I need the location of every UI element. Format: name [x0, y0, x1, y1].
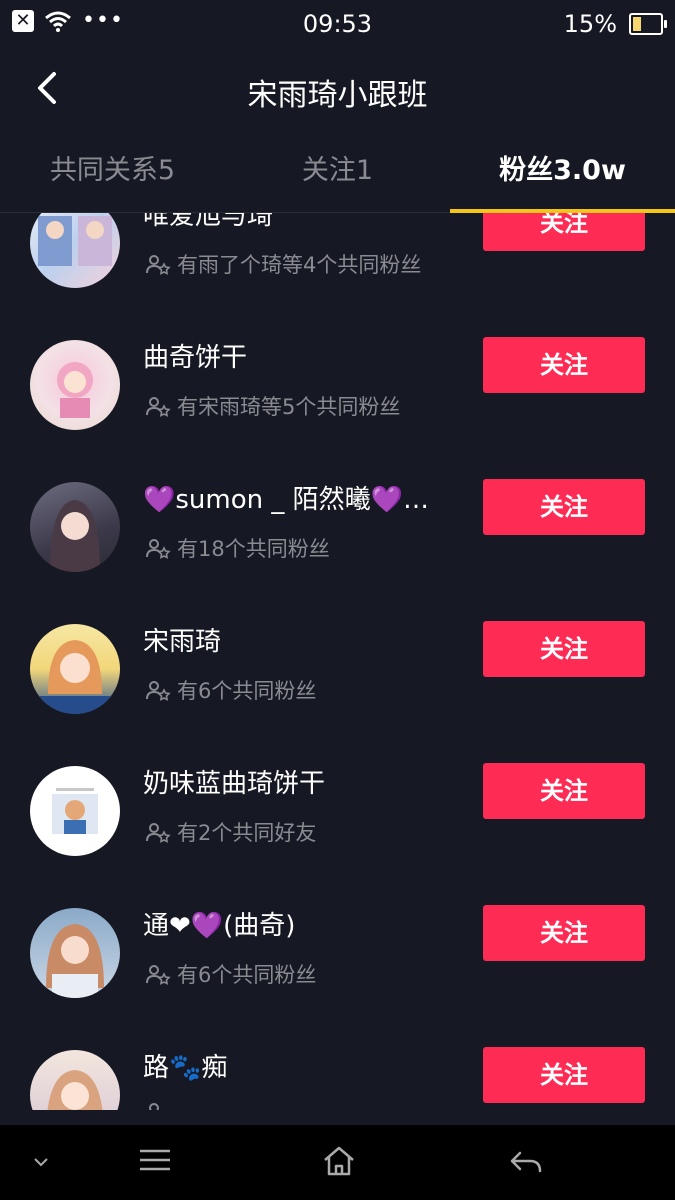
mutual-friends-icon	[146, 965, 171, 985]
list-item[interactable]: 通❤💜(曲奇) 有6个共同粉丝 关注	[0, 883, 675, 1025]
mutual-text: 有6个共同粉丝	[177, 679, 317, 703]
avatar[interactable]	[30, 482, 120, 572]
mutual-text: 有2个共同好友	[177, 821, 317, 845]
mutual-info: 有2个共同好友	[145, 817, 316, 847]
mutual-info: 有18个共同粉丝	[145, 533, 330, 563]
mutual-info: 有6个共同粉丝	[145, 959, 316, 989]
chevron-down-icon[interactable]	[32, 1155, 50, 1169]
list-item[interactable]: 路🐾痴 关注	[0, 1025, 675, 1110]
mutual-text: 有18个共同粉丝	[177, 537, 330, 561]
mutual-friends-icon	[146, 397, 171, 417]
follower-list[interactable]: 唯爱旭与琦 有雨了个琦等4个共同粉丝 关注 曲奇饼干 有宋雨琦等5个共同粉丝 关…	[0, 213, 675, 1110]
follow-button[interactable]: 关注	[483, 213, 645, 251]
avatar[interactable]	[30, 1050, 120, 1110]
back-nav-icon[interactable]	[508, 1149, 542, 1175]
follow-button[interactable]: 关注	[483, 763, 645, 819]
menu-icon[interactable]	[138, 1147, 172, 1173]
user-name[interactable]: 路🐾痴	[143, 1047, 227, 1084]
user-name[interactable]: 奶味蓝曲琦饼干	[143, 763, 325, 800]
follow-button[interactable]: 关注	[483, 905, 645, 961]
mutual-text: 有宋雨琦等5个共同粉丝	[177, 395, 401, 419]
user-name[interactable]: 💜sumon _ 陌然曦💜…	[143, 479, 429, 516]
mutual-info	[145, 1101, 177, 1110]
follow-button[interactable]: 关注	[483, 337, 645, 393]
tab-mutual-relations[interactable]: 共同关系5	[0, 128, 225, 212]
mutual-text: 有雨了个琦等4个共同粉丝	[177, 253, 422, 277]
list-item[interactable]: 宋雨琦 有6个共同粉丝 关注	[0, 599, 675, 741]
mutual-info: 有6个共同粉丝	[145, 675, 316, 705]
user-name[interactable]: 唯爱旭与琦	[143, 213, 273, 232]
follow-button[interactable]: 关注	[483, 1047, 645, 1103]
mutual-friends-icon	[146, 823, 171, 843]
avatar[interactable]	[30, 766, 120, 856]
tab-following[interactable]: 关注1	[225, 128, 450, 212]
mutual-friends-icon	[146, 681, 171, 701]
tab-bar: 共同关系5 关注1 粉丝3.0w	[0, 128, 675, 213]
home-icon[interactable]	[322, 1145, 356, 1177]
avatar[interactable]	[30, 340, 120, 430]
page-title: 宋雨琦小跟班	[247, 78, 428, 113]
list-item[interactable]: 💜sumon _ 陌然曦💜… 有18个共同粉丝 关注	[0, 457, 675, 599]
mutual-friends-icon	[149, 1103, 159, 1110]
mutual-friends-icon	[146, 539, 171, 559]
battery-percent: 15%	[563, 10, 617, 38]
status-right: 15%	[563, 10, 667, 38]
follow-button[interactable]: 关注	[483, 621, 645, 677]
mutual-info: 有雨了个琦等4个共同粉丝	[145, 249, 421, 279]
avatar[interactable]	[30, 624, 120, 714]
mutual-friends-icon	[146, 255, 171, 275]
tab-followers[interactable]: 粉丝3.0w	[450, 128, 675, 212]
header: 宋雨琦小跟班	[0, 50, 675, 128]
user-name[interactable]: 宋雨琦	[143, 621, 221, 658]
avatar[interactable]	[30, 908, 120, 998]
list-item[interactable]: 唯爱旭与琦 有雨了个琦等4个共同粉丝 关注	[0, 213, 675, 315]
battery-icon	[629, 13, 667, 35]
mutual-info: 有宋雨琦等5个共同粉丝	[145, 391, 400, 421]
list-item[interactable]: 奶味蓝曲琦饼干 有2个共同好友 关注	[0, 741, 675, 883]
status-bar: ✕ ••• 09:53 15%	[0, 0, 675, 50]
mutual-text: 有6个共同粉丝	[177, 963, 317, 987]
user-name[interactable]: 曲奇饼干	[143, 337, 247, 374]
avatar[interactable]	[30, 213, 120, 288]
battery-fill	[633, 17, 641, 31]
user-name[interactable]: 通❤💜(曲奇)	[143, 905, 295, 942]
system-nav-bar	[0, 1125, 675, 1200]
follow-button[interactable]: 关注	[483, 479, 645, 535]
list-item[interactable]: 曲奇饼干 有宋雨琦等5个共同粉丝 关注	[0, 315, 675, 457]
